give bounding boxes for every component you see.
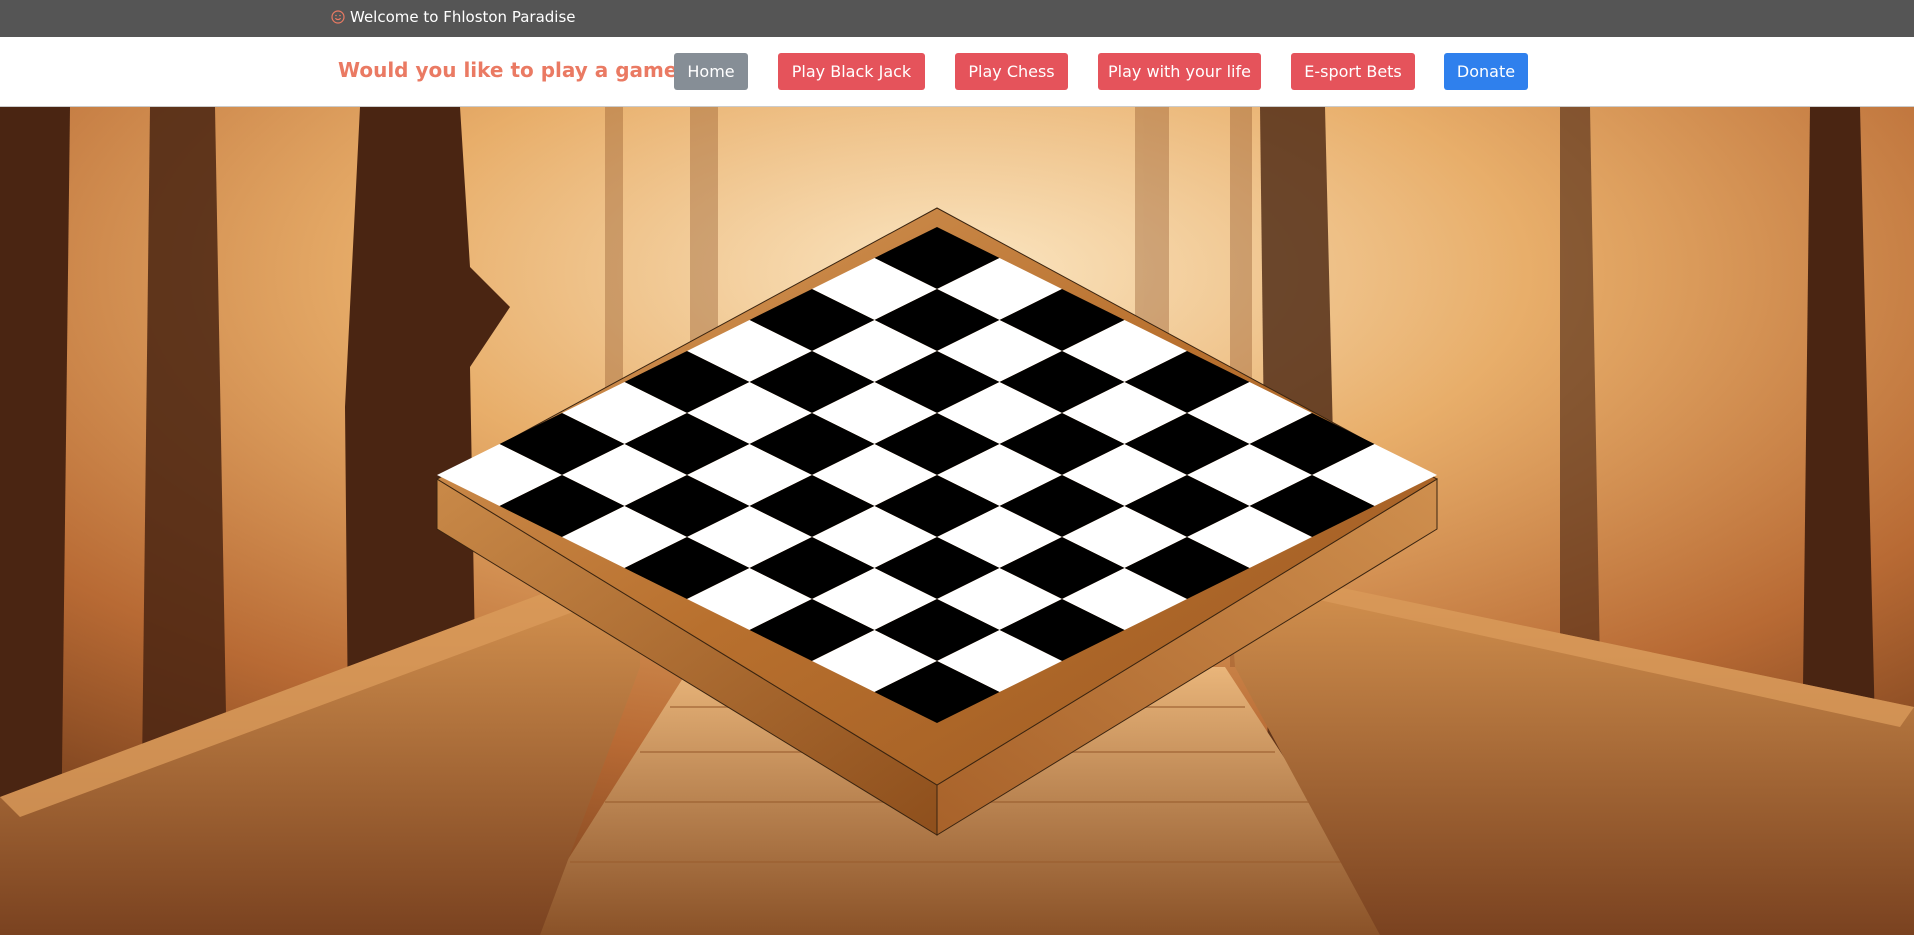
scene-svg [0,107,1914,935]
play-with-your-life-button[interactable]: Play with your life [1098,53,1261,90]
welcome-text: Welcome to Fhloston Paradise [350,8,576,26]
play-chess-button[interactable]: Play Chess [955,53,1068,90]
top-bar: Welcome to Fhloston Paradise [0,0,1914,37]
brand-title[interactable]: Would you like to play a game? [338,58,689,82]
play-blackjack-button[interactable]: Play Black Jack [778,53,925,90]
forest-bridge-scene [0,107,1914,935]
donate-button[interactable]: Donate [1444,53,1528,90]
welcome-message: Welcome to Fhloston Paradise [331,0,576,34]
smile-icon [331,10,345,24]
home-button[interactable]: Home [674,53,748,90]
main-navbar: Would you like to play a game? Home Play… [0,37,1914,107]
esport-bets-button[interactable]: E-sport Bets [1291,53,1415,90]
